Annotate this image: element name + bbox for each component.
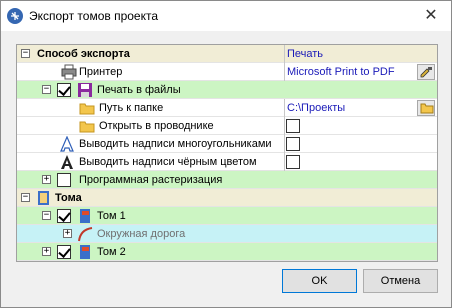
volume-2-checkbox[interactable] — [57, 245, 71, 259]
expand-toggle[interactable]: + — [42, 247, 51, 256]
row-label: Принтер — [79, 66, 123, 78]
row-label: Том 1 — [97, 210, 126, 222]
volumes-icon — [35, 190, 51, 206]
row-label: Выводить надписи многоугольниками — [79, 138, 272, 150]
outline-text-icon — [59, 135, 75, 152]
column-divider — [284, 63, 285, 81]
row-label: Окружная дорога — [97, 228, 186, 240]
folder-icon — [79, 100, 95, 116]
volume-book-icon — [77, 208, 93, 224]
ok-button[interactable]: OK — [282, 269, 357, 293]
category-row-export-method[interactable]: − Способ экспорта Печать — [17, 45, 437, 63]
collapse-toggle[interactable]: − — [21, 49, 30, 58]
row-folder-path[interactable]: Путь к папке C:\Проекты — [17, 99, 437, 117]
column-divider — [284, 135, 285, 153]
close-button[interactable]: ✕ — [417, 5, 445, 27]
row-print-to-files[interactable]: − Печать в файлы — [17, 81, 437, 99]
column-divider — [284, 117, 285, 135]
row-printer[interactable]: Принтер Microsoft Print to PDF — [17, 63, 437, 81]
row-volume-1[interactable]: − Том 1 — [17, 207, 437, 225]
collapse-toggle[interactable]: − — [42, 85, 51, 94]
volume-1-checkbox[interactable] — [57, 209, 71, 223]
print-to-files-checkbox[interactable] — [57, 83, 71, 97]
row-label: Программная растеризация — [79, 174, 223, 186]
row-software-rasterization[interactable]: + Программная растеризация — [17, 171, 437, 189]
browse-folder-button[interactable] — [417, 100, 435, 116]
title-bar: Экспорт томов проекта ✕ — [1, 1, 451, 31]
row-text-as-polygons[interactable]: Выводить надписи многоугольниками — [17, 135, 437, 153]
expand-toggle[interactable]: + — [63, 229, 72, 238]
row-label: Тома — [55, 192, 82, 204]
row-label: Открыть в проводнике — [99, 120, 214, 132]
row-value[interactable]: Microsoft Print to PDF — [287, 66, 395, 78]
row-label: Печать в файлы — [97, 84, 181, 96]
row-ring-road[interactable]: + Окружная дорога — [17, 225, 437, 243]
export-volumes-dialog: Экспорт томов проекта ✕ − Способ экспорт… — [0, 0, 452, 308]
window-title: Экспорт томов проекта — [29, 9, 159, 23]
text-black-checkbox[interactable] — [286, 155, 300, 169]
row-value[interactable]: Печать — [287, 48, 323, 60]
column-divider — [284, 99, 285, 117]
column-divider — [284, 45, 285, 63]
expand-toggle[interactable]: + — [42, 175, 51, 184]
floppy-disk-icon — [77, 82, 93, 98]
row-text-black[interactable]: Выводить надписи чёрным цветом — [17, 153, 437, 171]
row-label: Путь к папке — [99, 102, 164, 114]
volume-book-icon — [77, 244, 93, 260]
row-label: Способ экспорта — [37, 48, 130, 60]
row-value[interactable]: C:\Проекты — [287, 102, 345, 114]
printer-settings-button[interactable] — [417, 64, 435, 80]
collapse-toggle[interactable]: − — [21, 193, 30, 202]
app-icon — [7, 8, 23, 24]
open-in-explorer-checkbox[interactable] — [286, 119, 300, 133]
road-curve-icon — [77, 226, 93, 242]
text-as-polygons-checkbox[interactable] — [286, 137, 300, 151]
row-volume-2[interactable]: + Том 2 — [17, 243, 437, 261]
folder-icon — [79, 118, 95, 134]
row-label: Выводить надписи чёрным цветом — [79, 156, 257, 168]
category-row-volumes[interactable]: − Тома — [17, 189, 437, 207]
property-grid: − Способ экспорта Печать Принтер Microso… — [16, 44, 438, 262]
cancel-button[interactable]: Отмена — [363, 269, 438, 293]
column-divider — [284, 153, 285, 171]
row-open-in-explorer[interactable]: Открыть в проводнике — [17, 117, 437, 135]
software-rasterization-checkbox[interactable] — [57, 173, 71, 187]
row-label: Том 2 — [97, 246, 126, 258]
collapse-toggle[interactable]: − — [42, 211, 51, 220]
printer-icon — [61, 64, 77, 80]
serif-letter-icon — [59, 154, 75, 170]
